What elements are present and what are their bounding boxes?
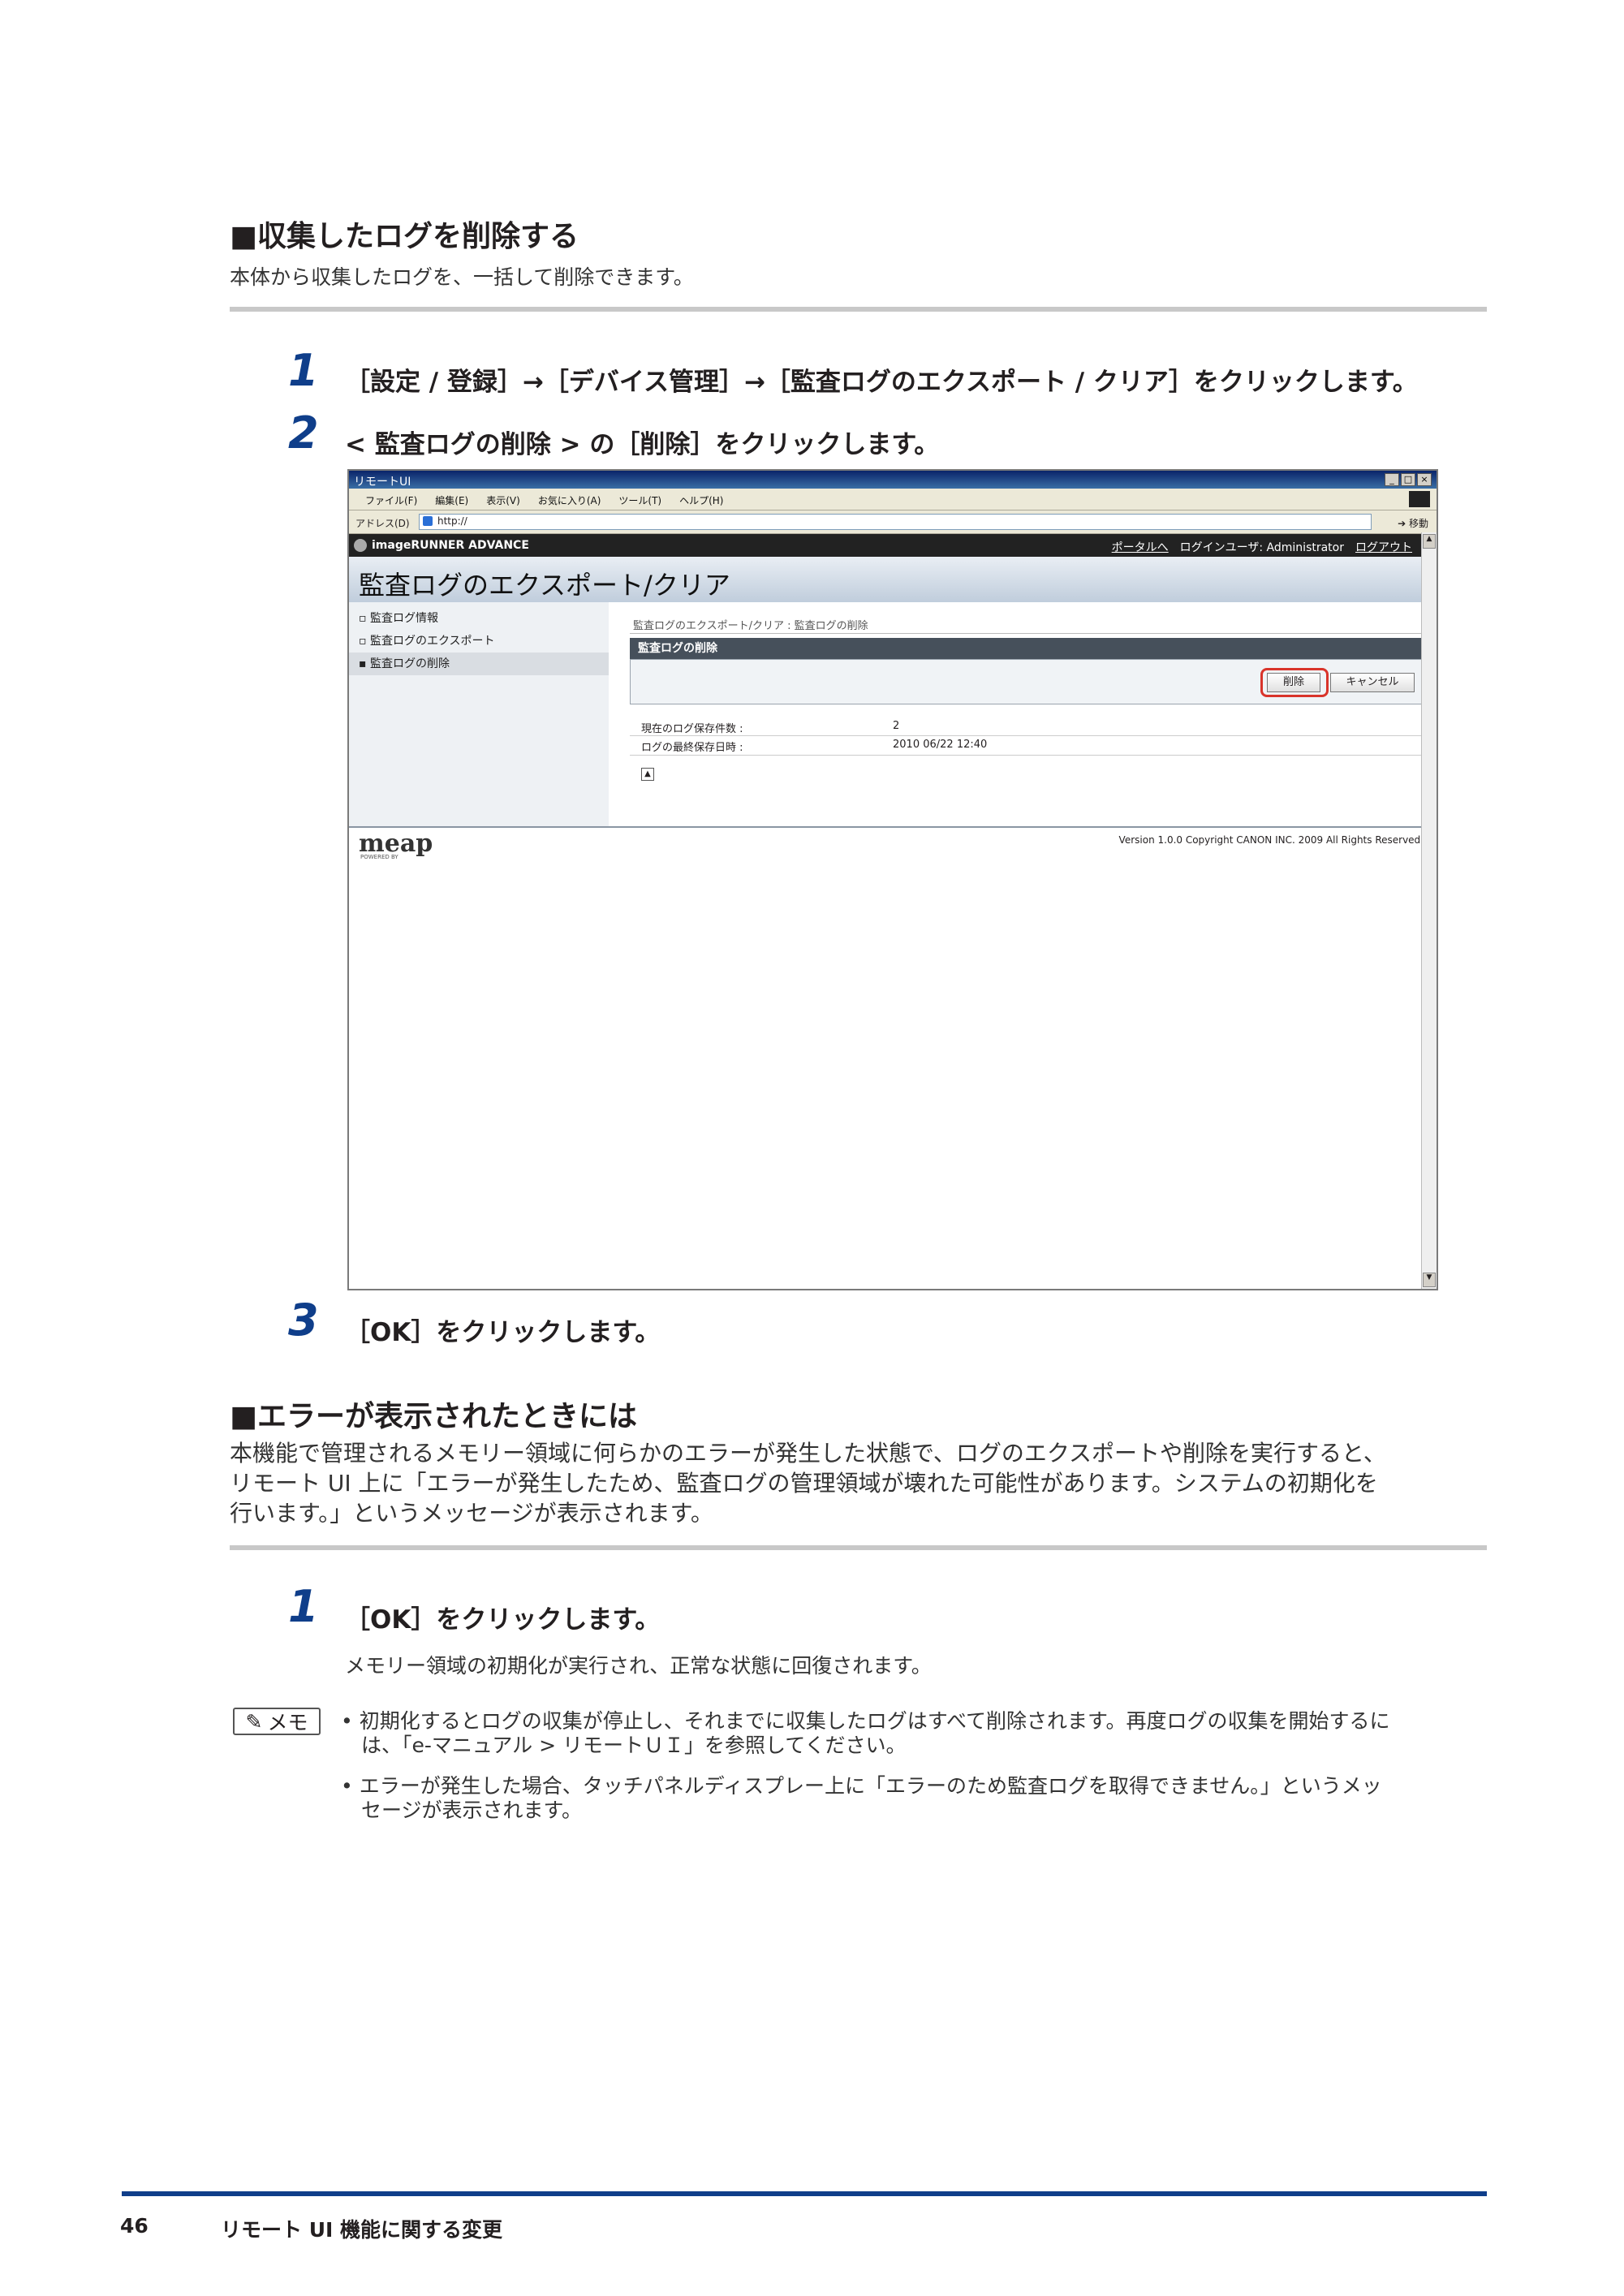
close-icon[interactable]: × — [1417, 473, 1432, 486]
step-text: ［OK］をクリックします。 — [345, 1318, 661, 1347]
memo-line: • 初期化するとログの収集が停止し、それまでに収集したログはすべて削除されます。… — [341, 1709, 1390, 1733]
ie-page-icon — [423, 516, 433, 526]
menu-tools[interactable]: ツール(T) — [618, 493, 661, 507]
page-number: 46 — [120, 2214, 149, 2238]
copyright: Version 1.0.0 Copyright CANON INC. 2009 … — [1118, 834, 1424, 846]
section-divider — [230, 307, 1487, 312]
menu-view[interactable]: 表示(V) — [486, 493, 520, 507]
description-line: 本機能で管理されるメモリー領域に何らかのエラーが発生した状態で、ログのエクスポー… — [230, 1440, 1386, 1467]
window-title: リモートUI — [354, 476, 411, 489]
memo-line: • エラーが発生した場合、タッチパネルディスプレー上に「エラーのため監査ログを取… — [341, 1774, 1382, 1798]
remote-ui-screenshot: リモートUI _ □ × ファイル(F) 編集(E) 表示(V) お気に入り(A… — [347, 469, 1438, 1290]
nav-label: 監査ログ情報 — [369, 612, 438, 625]
menu-edit[interactable]: 編集(E) — [435, 493, 468, 507]
step-text: < 監査ログの削除 > の［削除］をクリックします。 — [345, 430, 940, 459]
window-titlebar: リモートUI _ □ × — [349, 471, 1437, 489]
app-header: imageRUNNER ADVANCE ポータルへ ログインユーザ: Admin… — [349, 534, 1437, 557]
description-line: リモート UI 上に「エラーが発生したため、監査ログの管理領域が壊れた可能性があ… — [230, 1470, 1378, 1497]
memo-line: セージが表示されます。 — [341, 1798, 583, 1822]
address-bar: アドレス(D) http:// ➔ 移動 — [349, 510, 1437, 534]
step-number: 3 — [288, 1294, 319, 1346]
menu-file[interactable]: ファイル(F) — [365, 493, 417, 507]
logout-link[interactable]: ログアウト — [1355, 539, 1412, 555]
page-title: 監査ログのエクスポート/クリア — [359, 570, 730, 601]
app-title-bar: 監査ログのエクスポート/クリア — [349, 557, 1437, 602]
panel-header: 監査ログの削除 — [630, 638, 1427, 659]
app-footer: meap POWERED BY Version 1.0.0 Copyright … — [349, 828, 1437, 860]
description-line: 行います。」というメッセージが表示されます。 — [230, 1500, 713, 1527]
memo-label: メモ — [267, 1711, 308, 1734]
menu-help[interactable]: ヘルプ(H) — [679, 493, 723, 507]
section-title: ■収集したログを削除する — [230, 220, 579, 253]
panel-title: 監査ログの削除 — [638, 642, 717, 655]
pencil-icon: ✎ — [245, 1709, 263, 1734]
scroll-down-icon[interactable]: ▼ — [1423, 1273, 1436, 1287]
delete-button[interactable]: 削除 — [1267, 673, 1320, 692]
address-input[interactable]: http:// — [419, 514, 1372, 530]
portal-link[interactable]: ポータルへ — [1112, 539, 1169, 555]
section-divider — [230, 1545, 1487, 1550]
menu-favorites[interactable]: お気に入り(A) — [538, 493, 601, 507]
panel-body: 削除 キャンセル — [630, 659, 1427, 704]
address-label: アドレス(D) — [355, 518, 410, 529]
address-value: http:// — [437, 515, 467, 527]
nav-label: 監査ログのエクスポート — [369, 635, 495, 648]
info-divider — [630, 735, 1427, 736]
info-label: 現在のログ保存件数 : — [641, 723, 743, 735]
info-value: 2 — [893, 720, 900, 732]
memo-line: は、「e-マニュアル > リモートＵＩ」を参照してください。 — [341, 1734, 907, 1757]
main-content: 監査ログのエクスポート/クリア : 監査ログの削除 監査ログの削除 削除 キャン… — [617, 602, 1427, 826]
step-number: 1 — [288, 345, 319, 396]
left-nav: ▫ 監査ログ情報 ▫ 監査ログのエクスポート ▪ 監査ログの削除 — [349, 602, 609, 826]
minimize-icon[interactable]: _ — [1385, 473, 1399, 486]
step-number: 2 — [288, 407, 319, 459]
step-subtext: メモリー領域の初期化が実行され、正常な状態に回復されます。 — [345, 1654, 932, 1678]
nav-audit-log-export[interactable]: ▫ 監査ログのエクスポート — [349, 630, 609, 653]
step-number: 1 — [288, 1581, 319, 1632]
scrollbar[interactable]: ▲ ▼ — [1421, 532, 1437, 1289]
footer-rule — [122, 2191, 1487, 2196]
brand-name: imageRUNNER ADVANCE — [372, 539, 529, 552]
breadcrumb-divider — [630, 633, 1427, 634]
maximize-icon[interactable]: □ — [1401, 473, 1415, 486]
chapter-title: リモート UI 機能に関する変更 — [221, 2218, 503, 2242]
section-subtitle: 本体から収集したログを、一括して削除できます。 — [230, 265, 694, 289]
page-top-icon[interactable]: ▲ — [641, 768, 654, 781]
scroll-up-icon[interactable]: ▲ — [1423, 534, 1436, 549]
memo-item: • エラーが発生した場合、タッチパネルディスプレー上に「エラーのため監査ログを取… — [341, 1774, 1493, 1823]
meap-powered-by: POWERED BY — [360, 854, 398, 860]
memo-item: • 初期化するとログの収集が停止し、それまでに収集したログはすべて削除されます。… — [341, 1709, 1493, 1758]
info-divider — [630, 755, 1427, 756]
step-text: ［OK］をクリックします。 — [345, 1605, 661, 1635]
info-label: ログの最終保存日時 : — [641, 742, 743, 754]
info-value: 2010 06/22 12:40 — [893, 739, 988, 751]
section-description: 本機能で管理されるメモリー領域に何らかのエラーが発生した状態で、ログのエクスポー… — [230, 1438, 1496, 1528]
go-label: 移動 — [1408, 518, 1428, 529]
nav-audit-log-delete[interactable]: ▪ 監査ログの削除 — [349, 653, 609, 675]
breadcrumb: 監査ログのエクスポート/クリア : 監査ログの削除 — [633, 620, 868, 632]
login-user: ログインユーザ: Administrator — [1179, 541, 1344, 554]
go-button[interactable]: ➔ 移動 — [1398, 516, 1428, 530]
memo-label-box: ✎ メモ — [233, 1708, 321, 1735]
canon-ball-icon — [354, 539, 367, 552]
nav-label: 監査ログの削除 — [369, 657, 450, 670]
menu-bar: ファイル(F) 編集(E) 表示(V) お気に入り(A) ツール(T) ヘルプ(… — [349, 489, 1437, 510]
nav-audit-log-info[interactable]: ▫ 監査ログ情報 — [349, 607, 609, 630]
cancel-button[interactable]: キャンセル — [1330, 673, 1415, 692]
step-text: ［設定 / 登録］→［デバイス管理］→［監査ログのエクスポート / クリア］をク… — [345, 368, 1418, 397]
windows-logo-icon — [1409, 491, 1430, 507]
section-title: ■エラーが表示されたときには — [230, 1400, 638, 1433]
